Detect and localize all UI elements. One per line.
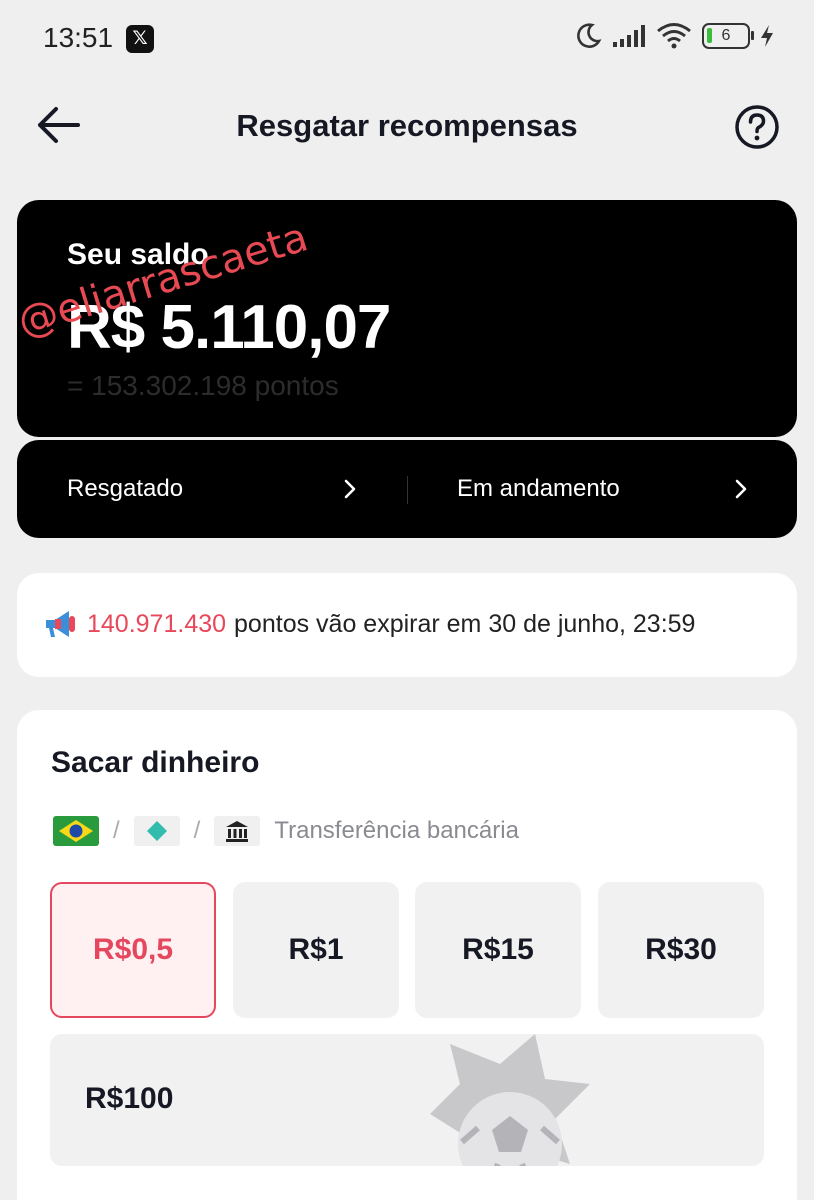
amount-option-large[interactable]: R$100: [50, 1034, 764, 1166]
amount-label: R$1: [288, 933, 344, 966]
method-separator: /: [193, 817, 201, 844]
amount-option[interactable]: R$30: [598, 882, 764, 1018]
bank-icon: [214, 816, 261, 846]
redeemed-label: Resgatado: [67, 475, 184, 502]
in-progress-link[interactable]: Em andamento: [457, 440, 757, 538]
balance-points: = 153.302.198 pontos: [67, 370, 339, 401]
status-icons: 6: [574, 22, 774, 50]
amount-label: R$30: [645, 933, 717, 966]
expiry-notice-card: 140.971.430 pontos vão expirar em 30 de …: [17, 573, 797, 677]
megaphone-icon: [46, 611, 75, 637]
method-separator: /: [113, 817, 120, 844]
in-progress-label: Em andamento: [457, 475, 620, 502]
link-divider: [407, 476, 408, 504]
x-app-icon: 𝕏: [126, 25, 154, 53]
status-bar: 13:51 𝕏 6: [0, 0, 814, 78]
amount-label: R$15: [462, 933, 534, 966]
expiring-points: 140.971.430: [87, 609, 227, 638]
amount-option[interactable]: R$1: [233, 882, 399, 1018]
amount-option-selected[interactable]: R$0,5: [50, 882, 216, 1018]
cash-out-title: Sacar dinheiro: [51, 746, 260, 779]
amount-label: R$0,5: [92, 933, 174, 966]
charging-icon: [761, 25, 773, 47]
moon-icon: [577, 23, 602, 48]
page-title: Resgatar recompensas: [236, 108, 578, 143]
pix-icon: [133, 816, 180, 846]
battery-level: 6: [721, 27, 731, 44]
cash-out-card: Sacar dinheiro / / Transferência bancári…: [17, 710, 797, 1200]
bank-transfer-label: Transferência bancária: [274, 817, 519, 844]
battery-icon: 6: [702, 23, 754, 49]
payment-methods: / / Transferência bancária: [53, 816, 519, 846]
chevron-right-icon: [344, 479, 356, 499]
history-links-card: Resgatado Em andamento: [17, 440, 797, 538]
amount-option[interactable]: R$15: [415, 882, 581, 1018]
redeemed-link[interactable]: Resgatado: [67, 440, 367, 538]
status-time: 13:51: [43, 22, 114, 53]
amount-label: R$100: [85, 1082, 174, 1115]
expiry-notice: 140.971.430 pontos vão expirar em 30 de …: [43, 607, 695, 641]
balance-card: Seu saldo R$ 5.110,07 = 153.302.198 pont…: [17, 200, 797, 437]
brazil-flag-icon: [53, 816, 99, 846]
soccer-ball-decoration: [430, 1034, 590, 1166]
signal-icon: [613, 25, 645, 47]
question-circle-icon[interactable]: [734, 104, 780, 150]
wifi-icon: [657, 23, 691, 49]
expiry-text: pontos vão expirar em 30 de junho, 23:59: [234, 609, 696, 638]
app-header: Resgatar recompensas: [0, 90, 814, 160]
chevron-right-icon: [735, 479, 747, 499]
